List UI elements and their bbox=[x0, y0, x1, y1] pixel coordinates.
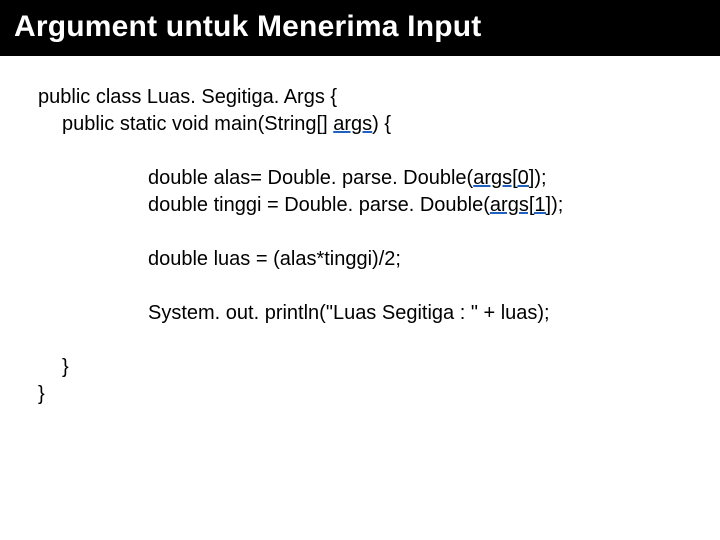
code-line: double alas= Double. parse. Double(args[… bbox=[38, 165, 682, 192]
highlight-args1: args[1] bbox=[490, 194, 551, 216]
code-line: public static void main(String[] args) { bbox=[38, 111, 682, 138]
code-line: double tinggi = Double. parse. Double(ar… bbox=[38, 192, 682, 219]
code-line: } bbox=[38, 354, 682, 381]
title-text: Argument untuk Menerima Input bbox=[14, 10, 481, 43]
code-line: System. out. println("Luas Segitiga : " … bbox=[38, 300, 682, 327]
code-line: double luas = (alas*tinggi)/2; bbox=[38, 246, 682, 273]
code-line: } bbox=[38, 381, 682, 408]
code-line: public class Luas. Segitiga. Args { bbox=[38, 84, 682, 111]
code-block: public class Luas. Segitiga. Args { publ… bbox=[0, 56, 720, 408]
highlight-args0: args[0] bbox=[473, 167, 534, 189]
slide-title: Argument untuk Menerima Input bbox=[0, 0, 720, 56]
highlight-args: args bbox=[333, 113, 372, 135]
